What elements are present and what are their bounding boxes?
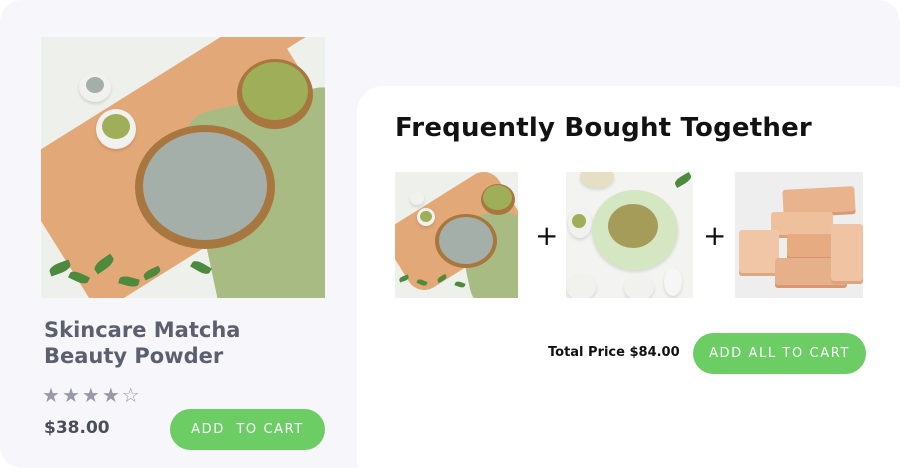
plus-separator: + bbox=[535, 219, 559, 252]
product-image[interactable] bbox=[41, 37, 325, 298]
product-price: $38.00 bbox=[44, 418, 110, 438]
bundle-title: Frequently Bought Together bbox=[395, 113, 812, 143]
star-empty-icon: ☆ bbox=[121, 383, 142, 407]
bundle-item-3-image[interactable] bbox=[735, 172, 863, 298]
add-to-cart-button[interactable]: ADD TO CART bbox=[170, 409, 325, 450]
star-filled-icon: ★ bbox=[61, 383, 82, 407]
rating-stars: ★★★★☆ bbox=[42, 383, 142, 407]
bundle-item-1-image[interactable] bbox=[395, 172, 518, 298]
star-filled-icon: ★ bbox=[81, 383, 102, 407]
product-page: Skincare Matcha Beauty Powder ★★★★☆ $38.… bbox=[0, 0, 900, 468]
star-filled-icon: ★ bbox=[42, 383, 62, 407]
bundle-total-price: Total Price $84.00 bbox=[548, 345, 680, 360]
product-name: Skincare Matcha Beauty Powder bbox=[44, 318, 241, 368]
star-filled-icon: ★ bbox=[101, 383, 122, 407]
bundle-item-2-image[interactable] bbox=[566, 172, 693, 298]
plus-separator: + bbox=[703, 219, 727, 252]
add-all-to-cart-button[interactable]: ADD ALL TO CART bbox=[693, 333, 866, 374]
